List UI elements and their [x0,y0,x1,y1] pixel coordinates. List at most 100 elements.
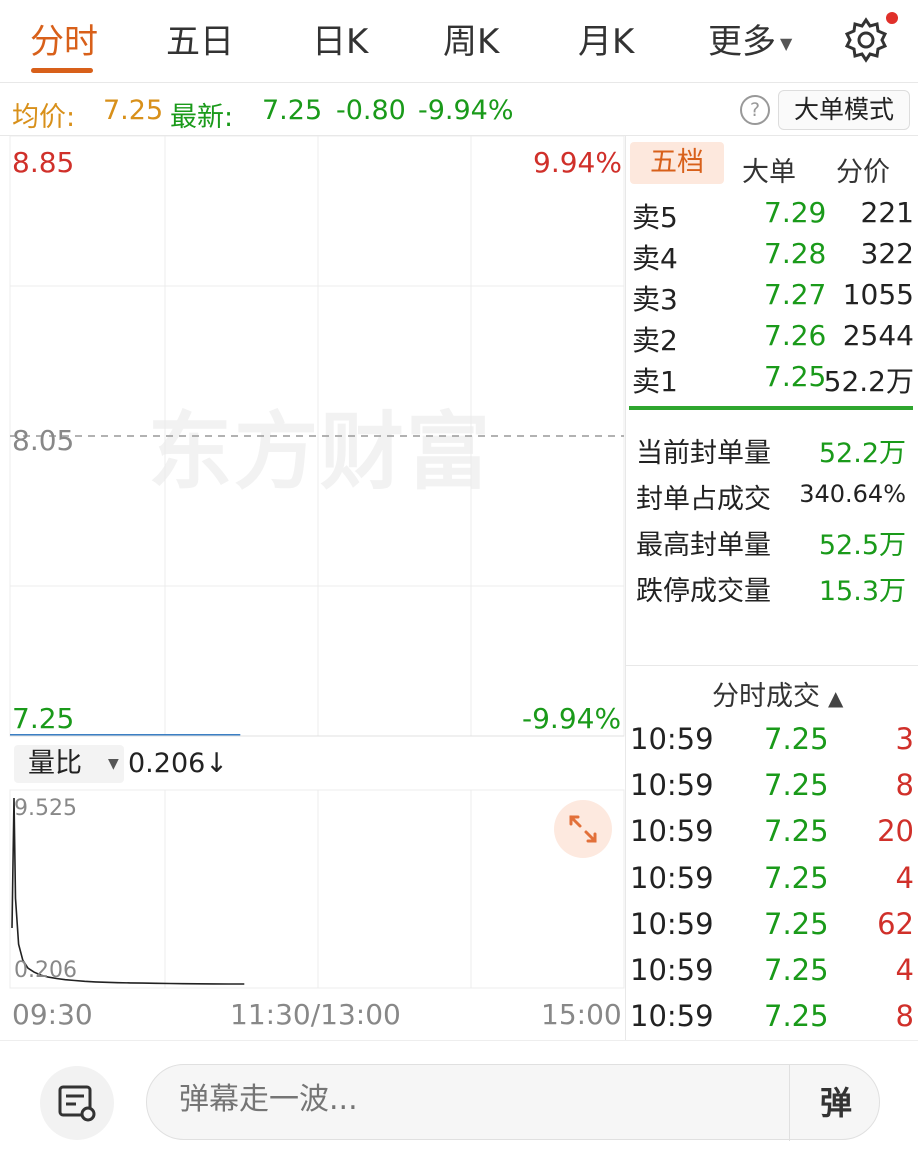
avg-price-label: 均价: [12,102,76,133]
trade-row: 10:59 7.25 8 [630,999,914,1039]
notification-dot [886,12,898,24]
y-axis-top: 8.85 [12,146,75,179]
trade-row: 10:59 7.25 4 [630,861,914,901]
trades-header[interactable]: 分时成交 ▲ [712,674,843,713]
latest-price-value: 7.25 [262,95,323,126]
price-change-pct: -9.94% [418,95,514,126]
trade-volume: 8 [895,768,914,802]
level-label: 卖4 [632,242,678,275]
volume-axis-bottom: 0.206 [14,958,77,983]
volume-indicator-label: 量比 [28,748,82,779]
orderbook-row: 卖4 7.28 322 [632,237,914,277]
trade-time: 10:59 [630,953,714,987]
help-icon[interactable]: ? [740,95,770,125]
level-label: 卖1 [632,365,678,398]
stat-value: 340.64% [799,480,906,508]
volume-grid [9,789,625,989]
expand-chart-button[interactable] [554,800,612,858]
tab-weekly-k[interactable]: 周K [443,14,499,63]
trade-row: 10:59 7.25 62 [630,907,914,947]
latest-price-label: 最新: [170,102,234,133]
trade-volume: 3 [895,722,914,756]
danmu-input[interactable] [177,1081,781,1118]
level-volume: 1055 [842,278,914,311]
trade-volume: 4 [895,861,914,895]
price-change: -0.80 [336,95,406,126]
stat-label: 封单占成交 [636,484,771,515]
stat-label: 当前封单量 [636,438,771,469]
level-volume: 52.2万 [823,365,914,398]
trade-volume: 20 [877,814,914,848]
danmu-send-button[interactable]: 弹 [789,1065,882,1141]
level-volume: 322 [860,237,914,270]
volume-ratio-value: 0.206↓ [128,748,228,779]
big-order-mode-button[interactable]: 大单模式 [778,90,910,130]
stat-value: 52.2万 [818,438,906,469]
tab-more[interactable]: 更多 ▼ [708,14,792,63]
tab-big-orders[interactable]: 大单 [742,150,796,189]
limit-down-bar [629,406,913,410]
level-label: 卖5 [632,201,678,234]
tab-five-levels[interactable]: 五档 [630,142,724,184]
expand-icon [569,815,597,843]
trade-time: 10:59 [630,722,714,756]
trade-time: 10:59 [630,861,714,895]
orderbook-row: 卖1 7.25 52.2万 [632,360,914,400]
pct-axis-bottom: -9.94% [522,702,622,735]
trade-price: 7.25 [764,722,829,756]
stat-value: 52.5万 [818,530,906,561]
period-tabs: 分时 五日 日K 周K 月K 更多 ▼ [0,0,918,83]
x-axis-midday: 11:30/13:00 [230,998,401,1031]
trades-title: 分时成交 [712,681,820,712]
trade-time: 10:59 [630,907,714,941]
volume-ratio-line [11,797,245,985]
sort-up-icon: ▲ [828,686,844,710]
orderbook-row: 卖3 7.27 1055 [632,278,914,318]
trade-row: 10:59 7.25 4 [630,953,914,993]
level-label: 卖3 [632,283,678,316]
trade-price: 7.25 [764,999,829,1033]
trade-volume: 4 [895,953,914,987]
trade-price: 7.25 [764,953,829,987]
tab-daily-k[interactable]: 日K [312,14,368,63]
orderbook-row: 卖2 7.26 2544 [632,319,914,359]
level-price: 7.25 [764,360,827,393]
section-divider [626,665,918,666]
level-label: 卖2 [632,324,678,357]
trade-row: 10:59 7.25 8 [630,768,914,808]
stat-value: 15.3万 [818,576,906,607]
danmu-settings-icon [58,1085,96,1122]
tab-intraday[interactable]: 分时 [30,14,98,63]
y-axis-mid: 8.05 [12,424,75,457]
trade-volume: 62 [877,907,914,941]
danmu-settings-button[interactable] [40,1066,114,1140]
volume-indicator-selector[interactable]: 量比 ▼ [14,745,124,783]
tab-more-label: 更多 [708,22,776,62]
level-volume: 221 [860,196,914,229]
level-price: 7.28 [764,237,827,270]
orderbook-row: 卖5 7.29 221 [632,196,914,236]
chevron-down-icon: ▼ [108,756,119,772]
level-price: 7.26 [764,319,827,352]
panel-separator [625,136,626,1040]
tab-price-distribution[interactable]: 分价 [836,150,890,189]
gear-icon[interactable] [842,16,890,64]
chevron-down-icon: ▼ [780,34,793,53]
volume-axis-top: 9.525 [14,796,77,821]
tab-monthly-k[interactable]: 月K [578,14,634,63]
tab-five-day[interactable]: 五日 [166,14,234,63]
trade-row: 10:59 7.25 20 [630,814,914,854]
trade-volume: 8 [895,999,914,1033]
level-price: 7.29 [764,196,827,229]
avg-price-value: 7.25 [103,95,164,126]
x-axis-open: 09:30 [12,998,93,1031]
y-axis-bottom: 7.25 [12,702,75,735]
trade-time: 10:59 [630,999,714,1033]
active-tab-underline [31,68,93,73]
intraday-chart[interactable] [0,136,626,1040]
stat-label: 最高封单量 [636,530,771,561]
trade-price: 7.25 [764,768,829,802]
trade-time: 10:59 [630,768,714,802]
pct-axis-top: 9.94% [533,146,622,179]
danmu-bar: 弹 [146,1064,882,1141]
